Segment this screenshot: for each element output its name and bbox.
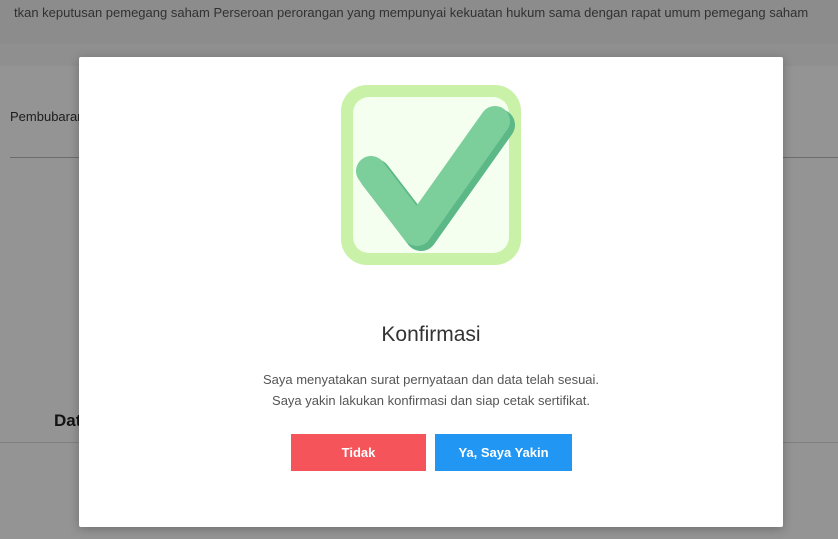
modal-message-line-2: Saya yakin lakukan konfirmasi dan siap c… [272,393,590,408]
confirmation-modal: Konfirmasi Saya menyatakan surat pernyat… [79,57,783,527]
cancel-button[interactable]: Tidak [291,434,426,471]
check-icon [341,85,521,265]
modal-message: Saya menyatakan surat pernyataan dan dat… [79,369,783,411]
modal-message-line-1: Saya menyatakan surat pernyataan dan dat… [262,372,600,387]
modal-title: Konfirmasi [381,323,481,346]
confirm-button[interactable]: Ya, Saya Yakin [435,434,572,471]
